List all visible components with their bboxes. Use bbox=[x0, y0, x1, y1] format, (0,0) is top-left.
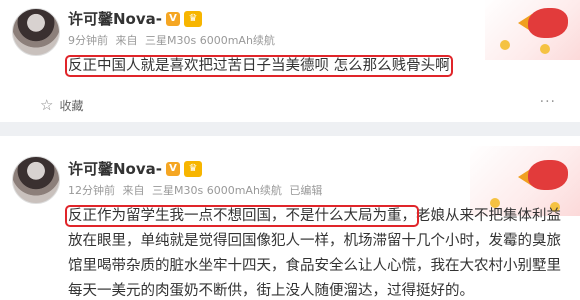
favorite-label: 收藏 bbox=[59, 98, 84, 113]
author-row: 许可馨Nova- V ♛ bbox=[68, 158, 202, 179]
post-time: 12分钟前 bbox=[68, 184, 115, 197]
crown-badge-icon: ♛ bbox=[184, 160, 202, 177]
edited-label: 已编辑 bbox=[289, 184, 323, 197]
author-name[interactable]: 许可馨Nova- bbox=[68, 158, 162, 179]
vip-badge-icon: V bbox=[166, 161, 180, 176]
avatar[interactable] bbox=[12, 8, 60, 56]
koi-fish-icon bbox=[528, 8, 568, 38]
avatar[interactable] bbox=[12, 156, 60, 204]
more-options-icon[interactable]: ··· bbox=[540, 94, 556, 110]
weibo-post-2: 许可馨Nova- V ♛ 12分钟前 来自 三星M30s 6000mAh续航 已… bbox=[0, 136, 580, 300]
source-label: 来自 bbox=[122, 184, 145, 197]
post-time: 9分钟前 bbox=[68, 34, 108, 47]
source-label: 来自 bbox=[115, 34, 138, 47]
device-name: 三星M30s 6000mAh续航 bbox=[152, 184, 282, 197]
post-meta: 9分钟前 来自 三星M30s 6000mAh续航 bbox=[68, 32, 279, 48]
author-row: 许可馨Nova- V ♛ bbox=[68, 8, 202, 29]
vip-badge-icon: V bbox=[166, 11, 180, 26]
highlighted-text: 反正中国人就是喜欢把过苦日子当美德呗 怎么那么贱骨头啊 bbox=[65, 55, 453, 77]
highlighted-text: 反正作为留学生我一点不想回国，不是什么大局为重， bbox=[65, 205, 419, 227]
author-name[interactable]: 许可馨Nova- bbox=[68, 8, 162, 29]
crown-badge-icon: ♛ bbox=[184, 10, 202, 27]
favorite-button[interactable]: ☆ 收藏 bbox=[40, 96, 83, 114]
post-text: 反正中国人就是喜欢把过苦日子当美德呗 怎么那么贱骨头啊 bbox=[65, 54, 568, 79]
card-decoration bbox=[485, 0, 580, 60]
post-meta: 12分钟前 来自 三星M30s 6000mAh续航 已编辑 bbox=[68, 182, 326, 198]
koi-fish-icon bbox=[528, 160, 568, 190]
feed-separator bbox=[0, 122, 580, 136]
weibo-post-1: 许可馨Nova- V ♛ 9分钟前 来自 三星M30s 6000mAh续航 反正… bbox=[0, 0, 580, 122]
post-text: 反正作为留学生我一点不想回国，不是什么大局为重，老娘从来不把集体利益放在眼里，单… bbox=[65, 204, 568, 300]
device-name: 三星M30s 6000mAh续航 bbox=[145, 34, 275, 47]
star-icon: ☆ bbox=[40, 96, 54, 114]
